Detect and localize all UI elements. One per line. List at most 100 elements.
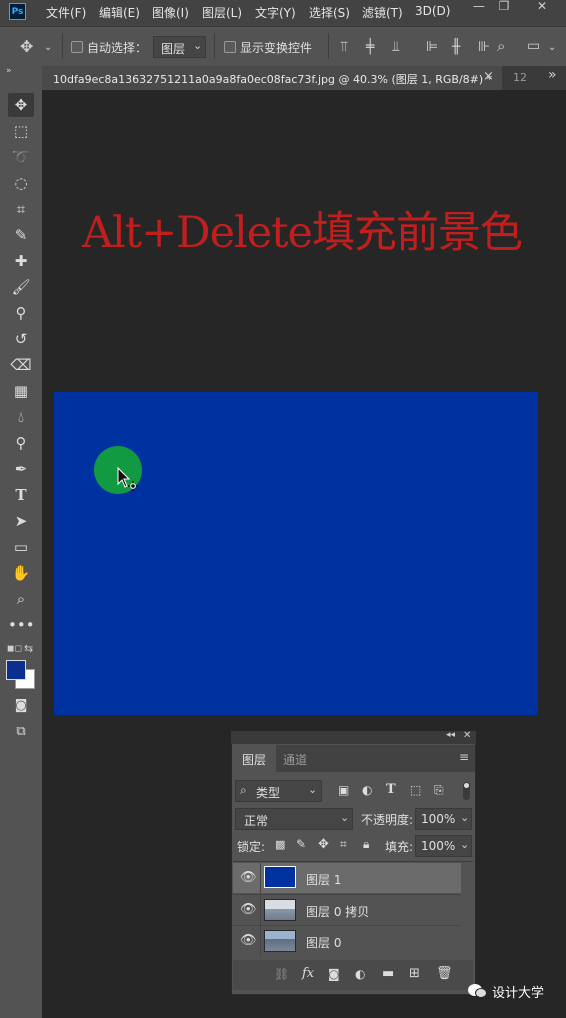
search-icon[interactable]: ⌕ [497, 38, 505, 54]
menu-filter[interactable]: 滤镜(T) [362, 4, 403, 21]
tab-channels[interactable]: 通道 [276, 745, 314, 772]
align-right-icon[interactable]: ⊪ [478, 39, 490, 55]
type-tool-icon[interactable]: T [8, 483, 34, 507]
visibility-eye-icon[interactable]: 👁︎ [240, 902, 257, 917]
auto-select-checkbox[interactable] [71, 41, 83, 53]
filter-adjustment-icon[interactable]: ◐ [362, 783, 372, 797]
move-tool-preset-icon[interactable]: ✥ [20, 39, 33, 55]
quick-mask-icon[interactable]: ◙ [8, 694, 34, 718]
blur-tool-icon[interactable]: 💧︎ [8, 405, 34, 429]
layer-row[interactable]: 👁︎ 图层 0 [233, 925, 461, 956]
divider [233, 861, 473, 862]
lock-artboard-icon[interactable]: ⌗ [340, 837, 347, 852]
menu-layer[interactable]: 图层(L) [202, 4, 242, 21]
wechat-icon [467, 983, 487, 999]
adjustment-layer-icon[interactable]: ◐ [355, 967, 365, 981]
more-tools-icon[interactable]: ••• [8, 613, 35, 637]
opacity-label: 不透明度: [361, 813, 414, 827]
opacity-field[interactable]: 100% ⌄ [415, 808, 472, 830]
filter-pixel-icon[interactable]: ▣ [338, 783, 349, 797]
stamp-tool-icon[interactable]: ⚲ [8, 301, 34, 325]
divider [62, 33, 63, 59]
marquee-tool-icon[interactable]: ⬚ [8, 119, 34, 143]
watermark-text: 设计大学 [492, 986, 545, 1001]
layer-thumbnail [264, 899, 296, 921]
eyedropper-tool-icon[interactable]: ✎ [8, 223, 34, 247]
lock-all-icon[interactable]: 🔒︎ [363, 837, 369, 852]
swap-colors-icon[interactable]: ⇆ [24, 642, 33, 655]
filter-type-icon[interactable]: T [386, 782, 396, 797]
folder-icon[interactable]: ▬ [382, 966, 394, 981]
auto-select-dropdown[interactable]: 图层 ⌄ [153, 36, 206, 58]
layer-name: 图层 0 拷贝 [306, 905, 370, 919]
menu-file[interactable]: 文件(F) [46, 4, 86, 21]
blend-mode-dropdown[interactable]: 正常 ⌄ [235, 808, 353, 830]
default-colors-icon[interactable]: ◼◻ [7, 644, 22, 654]
collapse-panel-icon[interactable]: ◂◂ [446, 730, 455, 740]
filter-shape-icon[interactable]: ⬚ [410, 783, 421, 797]
link-layers-icon[interactable]: ⛓︎ [274, 967, 289, 981]
auto-select-value: 图层 [161, 42, 186, 56]
chevron-down-icon[interactable]: ⌄ [44, 40, 52, 56]
pen-tool-icon[interactable]: ✒ [8, 457, 34, 481]
eraser-tool-icon[interactable]: ⌫ [8, 353, 34, 377]
gradient-tool-icon[interactable]: ▦ [8, 379, 34, 403]
chevron-down-icon[interactable]: ⌄ [548, 40, 556, 56]
menu-type[interactable]: 文字(Y) [255, 4, 296, 21]
align-top-icon[interactable]: ⫪ [340, 39, 348, 55]
menu-select[interactable]: 选择(S) [309, 4, 350, 21]
menu-edit[interactable]: 编辑(E) [99, 4, 140, 21]
show-transform-checkbox[interactable] [224, 41, 236, 53]
workspace-icon[interactable]: ▭ [527, 38, 540, 54]
lock-pixels-icon[interactable]: ✎ [296, 837, 306, 851]
move-tool-icon[interactable]: ✥ [8, 93, 34, 117]
next-document-tab[interactable]: 12 [513, 71, 527, 84]
filter-type-dropdown[interactable]: ⌕ 类型 ⌄ [235, 780, 322, 802]
filter-smart-object-icon[interactable]: ⎘ [434, 783, 444, 798]
lock-position-icon[interactable]: ✥ [318, 837, 329, 852]
restore-icon[interactable]: ❐ [491, 0, 517, 14]
new-layer-icon[interactable]: ⊞ [409, 966, 420, 981]
history-brush-tool-icon[interactable]: ↺ [8, 327, 34, 351]
healing-tool-icon[interactable]: ✚ [8, 249, 34, 273]
collapse-toolbar-icon[interactable]: » [6, 66, 12, 76]
visibility-eye-icon[interactable]: 👁︎ [240, 933, 257, 948]
trash-icon[interactable]: 🗑︎ [436, 966, 453, 981]
layer-row[interactable]: 👁︎ 图层 0 拷贝 [233, 894, 461, 925]
fx-icon[interactable]: fx [302, 966, 314, 981]
minimize-icon[interactable]: — [466, 0, 492, 14]
app-logo: Ps [9, 3, 26, 20]
close-tab-icon[interactable]: × [483, 69, 494, 84]
close-icon[interactable]: ✕ [529, 0, 555, 14]
screen-mode-icon[interactable]: ⧉ [8, 720, 34, 744]
fill-label: 填充: [385, 840, 414, 854]
layer-name: 图层 0 [306, 936, 342, 950]
layer-thumbnail [264, 866, 296, 888]
menu-image[interactable]: 图像(I) [152, 4, 189, 21]
align-hcenter-icon[interactable]: ╫ [452, 39, 460, 55]
visibility-eye-icon[interactable]: 👁︎ [240, 870, 257, 885]
panel-menu-icon[interactable]: ≡ [459, 750, 469, 764]
align-left-icon[interactable]: ⊫ [426, 39, 438, 55]
tab-layers[interactable]: 图层 [233, 745, 275, 772]
dodge-tool-icon[interactable]: ⚲ [8, 431, 34, 455]
panel-tab-strip [314, 745, 475, 772]
crop-tool-icon[interactable]: ⌗ [8, 197, 34, 221]
brush-tool-icon[interactable]: 🖌︎ [8, 275, 34, 299]
fill-field[interactable]: 100% ⌄ [415, 835, 472, 857]
hand-tool-icon[interactable]: ✋ [8, 561, 34, 585]
tab-overflow-icon[interactable]: » [548, 67, 557, 83]
layer-row[interactable]: 👁︎ 图层 1 [233, 863, 461, 893]
zoom-tool-icon[interactable]: ⌕ [8, 587, 34, 611]
lock-transparency-icon[interactable]: ▩ [275, 838, 285, 851]
quick-select-tool-icon[interactable]: ◌ [8, 171, 34, 195]
align-vcenter-icon[interactable]: ╪ [366, 39, 374, 55]
rectangle-tool-icon[interactable]: ▭ [8, 535, 34, 559]
close-panel-icon[interactable]: ✕ [463, 730, 471, 741]
foreground-color-swatch[interactable] [6, 660, 26, 680]
align-bottom-icon[interactable]: ⫫ [392, 39, 400, 55]
add-mask-icon[interactable]: ◙ [328, 967, 340, 981]
lasso-tool-icon[interactable]: ➰ [8, 145, 34, 169]
path-select-tool-icon[interactable]: ➤ [8, 509, 34, 533]
menu-3d[interactable]: 3D(D) [415, 4, 450, 18]
